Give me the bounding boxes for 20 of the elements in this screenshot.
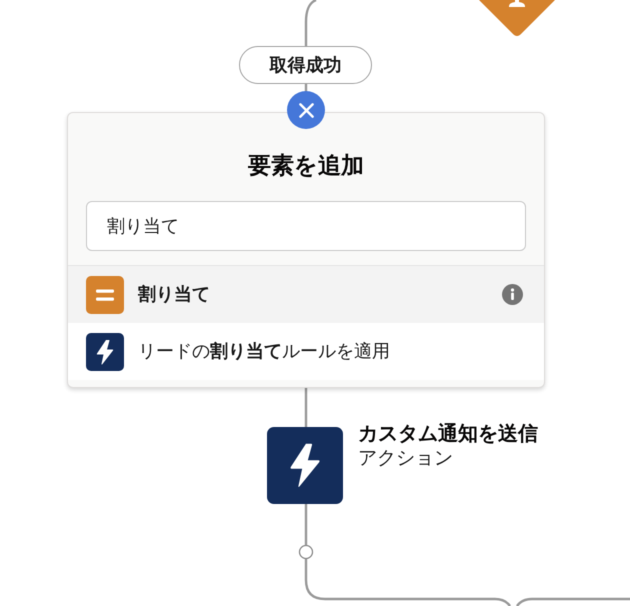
node-type: アクション — [358, 446, 454, 470]
equals-icon — [86, 276, 124, 314]
action-node[interactable] — [267, 427, 343, 504]
lightning-icon — [86, 332, 124, 370]
info-icon[interactable] — [502, 284, 523, 305]
close-button[interactable] — [287, 91, 325, 129]
node-icon — [509, 0, 525, 7]
outcome-label: 取得成功 — [239, 46, 372, 84]
search-field[interactable]: 割り当て — [86, 201, 526, 251]
close-icon — [298, 102, 314, 118]
decision-node[interactable] — [479, 0, 555, 36]
result-item[interactable]: リードの割り当てルールを適用 — [68, 323, 544, 380]
connector-line — [304, 0, 317, 46]
panel-title: 要素を追加 — [248, 152, 364, 181]
connector-line — [304, 504, 308, 545]
connector-circle[interactable] — [298, 544, 314, 560]
node-title: カスタム通知を送信 — [358, 420, 538, 446]
result-item[interactable]: 割り当て — [68, 266, 544, 323]
lightning-icon — [288, 443, 322, 488]
connector-line — [304, 388, 308, 427]
